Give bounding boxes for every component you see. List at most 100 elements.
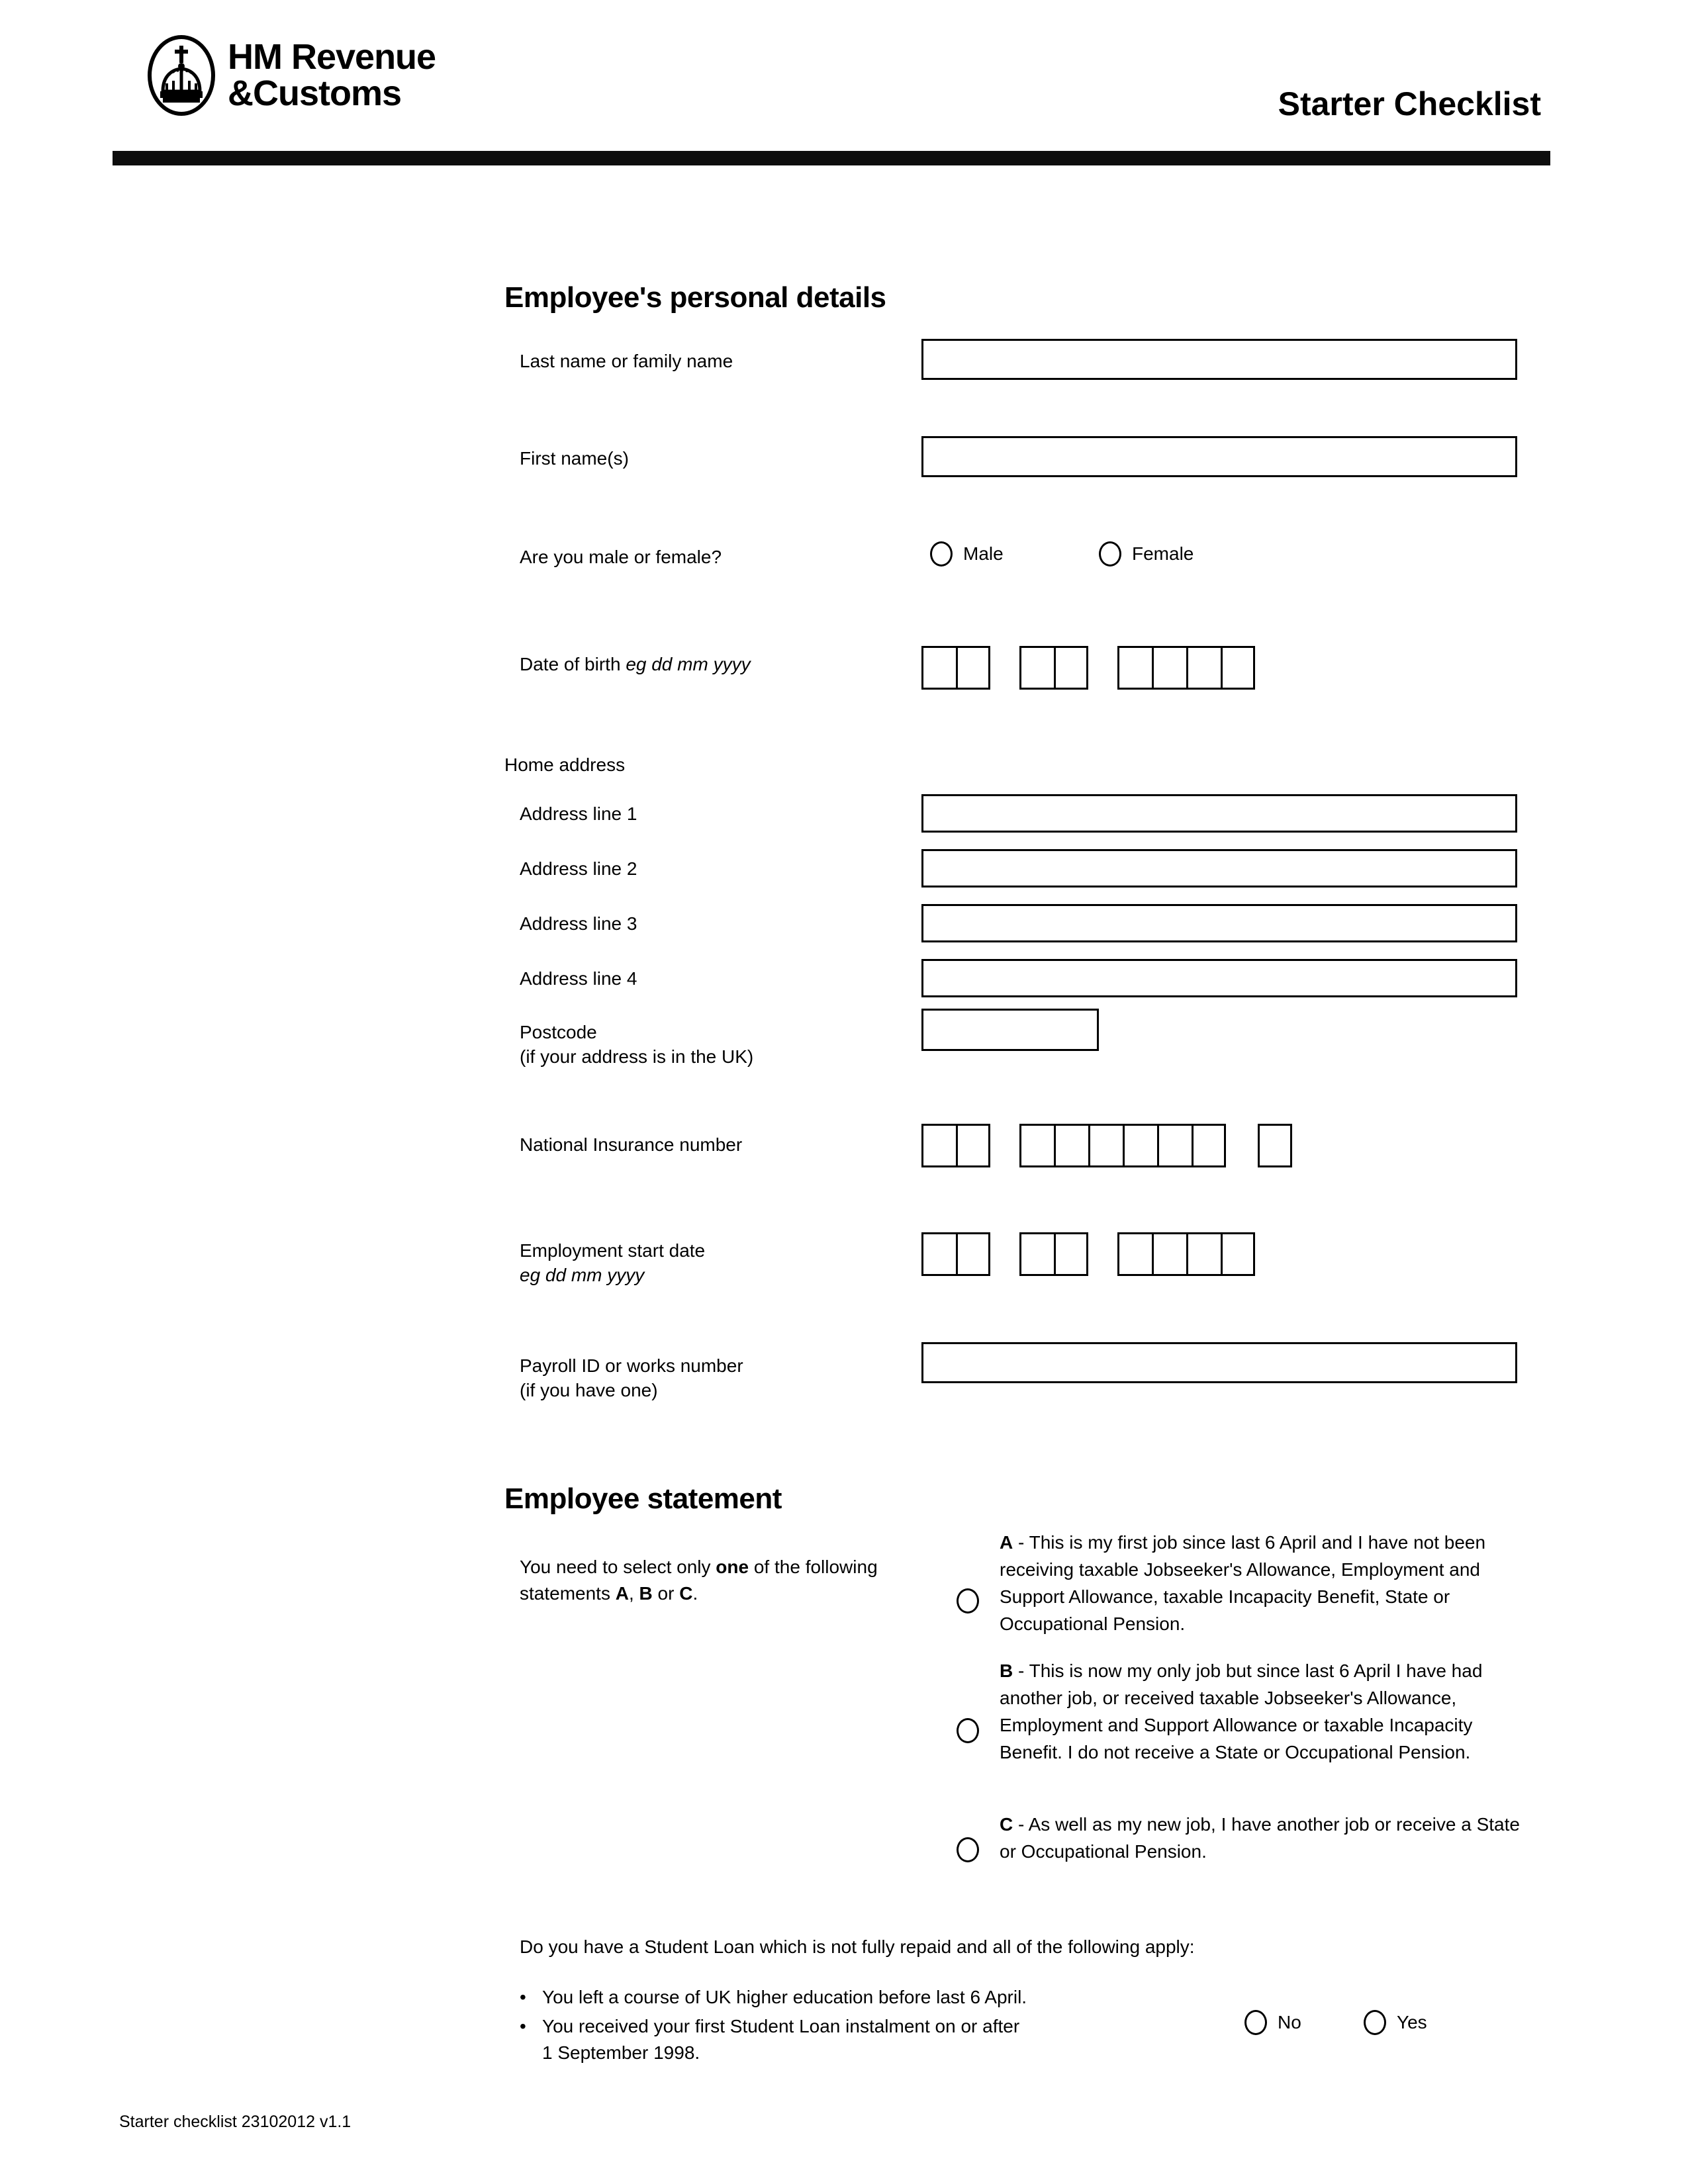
address-line-4-input[interactable] (921, 959, 1517, 997)
dob-month-cell[interactable] (1054, 646, 1088, 690)
start-date-day-cells[interactable] (921, 1232, 990, 1276)
dob-year-cell[interactable] (1117, 646, 1152, 690)
page-header: HM Revenue &Customs Starter Checklist (0, 0, 1688, 172)
ni-cell[interactable] (1054, 1124, 1088, 1167)
start-date-year-cells[interactable] (1117, 1232, 1255, 1276)
start-date-year-cell[interactable] (1152, 1232, 1186, 1276)
gender-option-female[interactable]: Female (1099, 541, 1194, 567)
instruction-bold-a: A (615, 1582, 629, 1604)
student-loan-bullet-2: • You received your first Student Loan i… (520, 2013, 1182, 2066)
address-line-3-input[interactable] (921, 904, 1517, 942)
postcode-input[interactable] (921, 1009, 1099, 1051)
gender-option-male[interactable]: Male (930, 541, 1004, 567)
gender-option-female-label: Female (1132, 543, 1194, 564)
personal-details-heading: Employee's personal details (504, 281, 886, 314)
address-line-1-label: Address line 1 (520, 803, 637, 824)
dob-day-cell[interactable] (956, 646, 990, 690)
statement-c-text: C - As well as my new job, I have anothe… (1000, 1811, 1529, 1866)
student-loan-option-no[interactable]: No (1244, 2010, 1301, 2035)
instruction-part-5: . (692, 1582, 698, 1604)
hmrc-logo-text: HM Revenue &Customs (228, 36, 436, 113)
dob-year-cell[interactable] (1152, 646, 1186, 690)
ni-suffix-cell[interactable] (1258, 1124, 1292, 1167)
royal-crown-oval-icon (148, 35, 215, 116)
statement-b-radio[interactable] (957, 1718, 979, 1743)
student-loan-question: Do you have a Student Loan which is not … (520, 1936, 1195, 1957)
start-date-year-cell[interactable] (1117, 1232, 1152, 1276)
radio-male-icon[interactable] (930, 541, 953, 567)
start-date-month-cells[interactable] (1019, 1232, 1088, 1276)
page-title: Starter Checklist (1278, 85, 1541, 122)
student-loan-bullet-2-text: You received your first Student Loan ins… (542, 2016, 1020, 2063)
bullet-point-icon: • (520, 1987, 526, 2007)
address-line-3-label: Address line 3 (520, 913, 637, 934)
start-date-day-cell[interactable] (956, 1232, 990, 1276)
statement-c-radio[interactable] (957, 1837, 979, 1862)
first-name-input[interactable] (921, 436, 1517, 477)
statement-a-radio[interactable] (957, 1588, 979, 1614)
dob-year-cell[interactable] (1221, 646, 1255, 690)
bullet-point-icon: • (520, 2016, 526, 2036)
student-loan-bullet-1-text: You left a course of UK higher education… (542, 1987, 1027, 2007)
instruction-bold-c: C (679, 1582, 693, 1604)
instruction-part-3: , (628, 1582, 639, 1604)
hmrc-logo-line-1: HM Revenue (228, 36, 436, 77)
instruction-bold-b: B (639, 1582, 653, 1604)
employment-start-date-label-text: Employment start date (520, 1240, 706, 1261)
employment-start-date-format: eg dd mm yyyy (520, 1264, 645, 1285)
start-date-day-cell[interactable] (921, 1232, 956, 1276)
instruction-part-4: or (652, 1582, 680, 1604)
ni-cell[interactable] (956, 1124, 990, 1167)
start-date-year-cell[interactable] (1221, 1232, 1255, 1276)
dob-label: Date of birth eg dd mm yyyy (520, 653, 751, 677)
hmrc-logo-line-2: &Customs (228, 73, 402, 113)
postcode-label: Postcode (if your address is in the UK) (520, 1022, 754, 1067)
statement-c-body: - As well as my new job, I have another … (1000, 1814, 1520, 1862)
student-loan-option-no-label: No (1278, 2012, 1301, 2032)
dob-label-format: eg dd mm yyyy (626, 654, 751, 674)
ni-cell[interactable] (921, 1124, 956, 1167)
footer-reference: Starter checklist 23102012 v1.1 (119, 2113, 352, 2131)
statement-a-text: A - This is my first job since last 6 Ap… (1000, 1529, 1529, 1638)
dob-year-cells[interactable] (1117, 646, 1255, 690)
ni-cell[interactable] (1088, 1124, 1123, 1167)
ni-cell[interactable] (1192, 1124, 1226, 1167)
address-line-1-input[interactable] (921, 794, 1517, 833)
employee-statement-heading: Employee statement (504, 1482, 782, 1515)
ni-digits-cells[interactable] (1019, 1124, 1226, 1167)
dob-month-cell[interactable] (1019, 646, 1054, 690)
ni-cell[interactable] (1019, 1124, 1054, 1167)
gender-option-male-label: Male (963, 543, 1004, 564)
start-date-month-cell[interactable] (1019, 1232, 1054, 1276)
radio-no-icon[interactable] (1244, 2010, 1267, 2035)
statement-b-body: - This is now my only job but since last… (1000, 1661, 1483, 1762)
student-loan-option-yes[interactable]: Yes (1364, 2010, 1427, 2035)
gender-label: Are you male or female? (520, 547, 722, 567)
last-name-label: Last name or family name (520, 351, 733, 371)
payroll-id-input[interactable] (921, 1342, 1517, 1383)
national-insurance-label: National Insurance number (520, 1134, 743, 1155)
start-date-month-cell[interactable] (1054, 1232, 1088, 1276)
hmrc-logo: HM Revenue &Customs (147, 34, 436, 116)
payroll-id-label: Payroll ID or works number (if you have … (520, 1355, 743, 1400)
start-date-year-cell[interactable] (1186, 1232, 1221, 1276)
dob-day-cells[interactable] (921, 646, 990, 690)
employment-start-date-label: Employment start date eg dd mm yyyy (520, 1239, 705, 1288)
last-name-input[interactable] (921, 339, 1517, 380)
dob-month-cells[interactable] (1019, 646, 1088, 690)
dob-day-cell[interactable] (921, 646, 956, 690)
first-name-label: First name(s) (520, 448, 629, 469)
radio-yes-icon[interactable] (1364, 2010, 1386, 2035)
ni-cell[interactable] (1258, 1124, 1292, 1167)
ni-prefix-cells[interactable] (921, 1124, 990, 1167)
radio-female-icon[interactable] (1099, 541, 1121, 567)
address-line-2-input[interactable] (921, 849, 1517, 887)
address-line-2-label: Address line 2 (520, 858, 637, 879)
ni-cell[interactable] (1157, 1124, 1192, 1167)
address-line-4-label: Address line 4 (520, 968, 637, 989)
home-address-label: Home address (504, 754, 626, 775)
ni-cell[interactable] (1123, 1124, 1157, 1167)
student-loan-bullet-1: • You left a course of UK higher educati… (520, 1984, 1182, 2011)
dob-year-cell[interactable] (1186, 646, 1221, 690)
statement-a-body: - This is my first job since last 6 Apri… (1000, 1532, 1486, 1634)
